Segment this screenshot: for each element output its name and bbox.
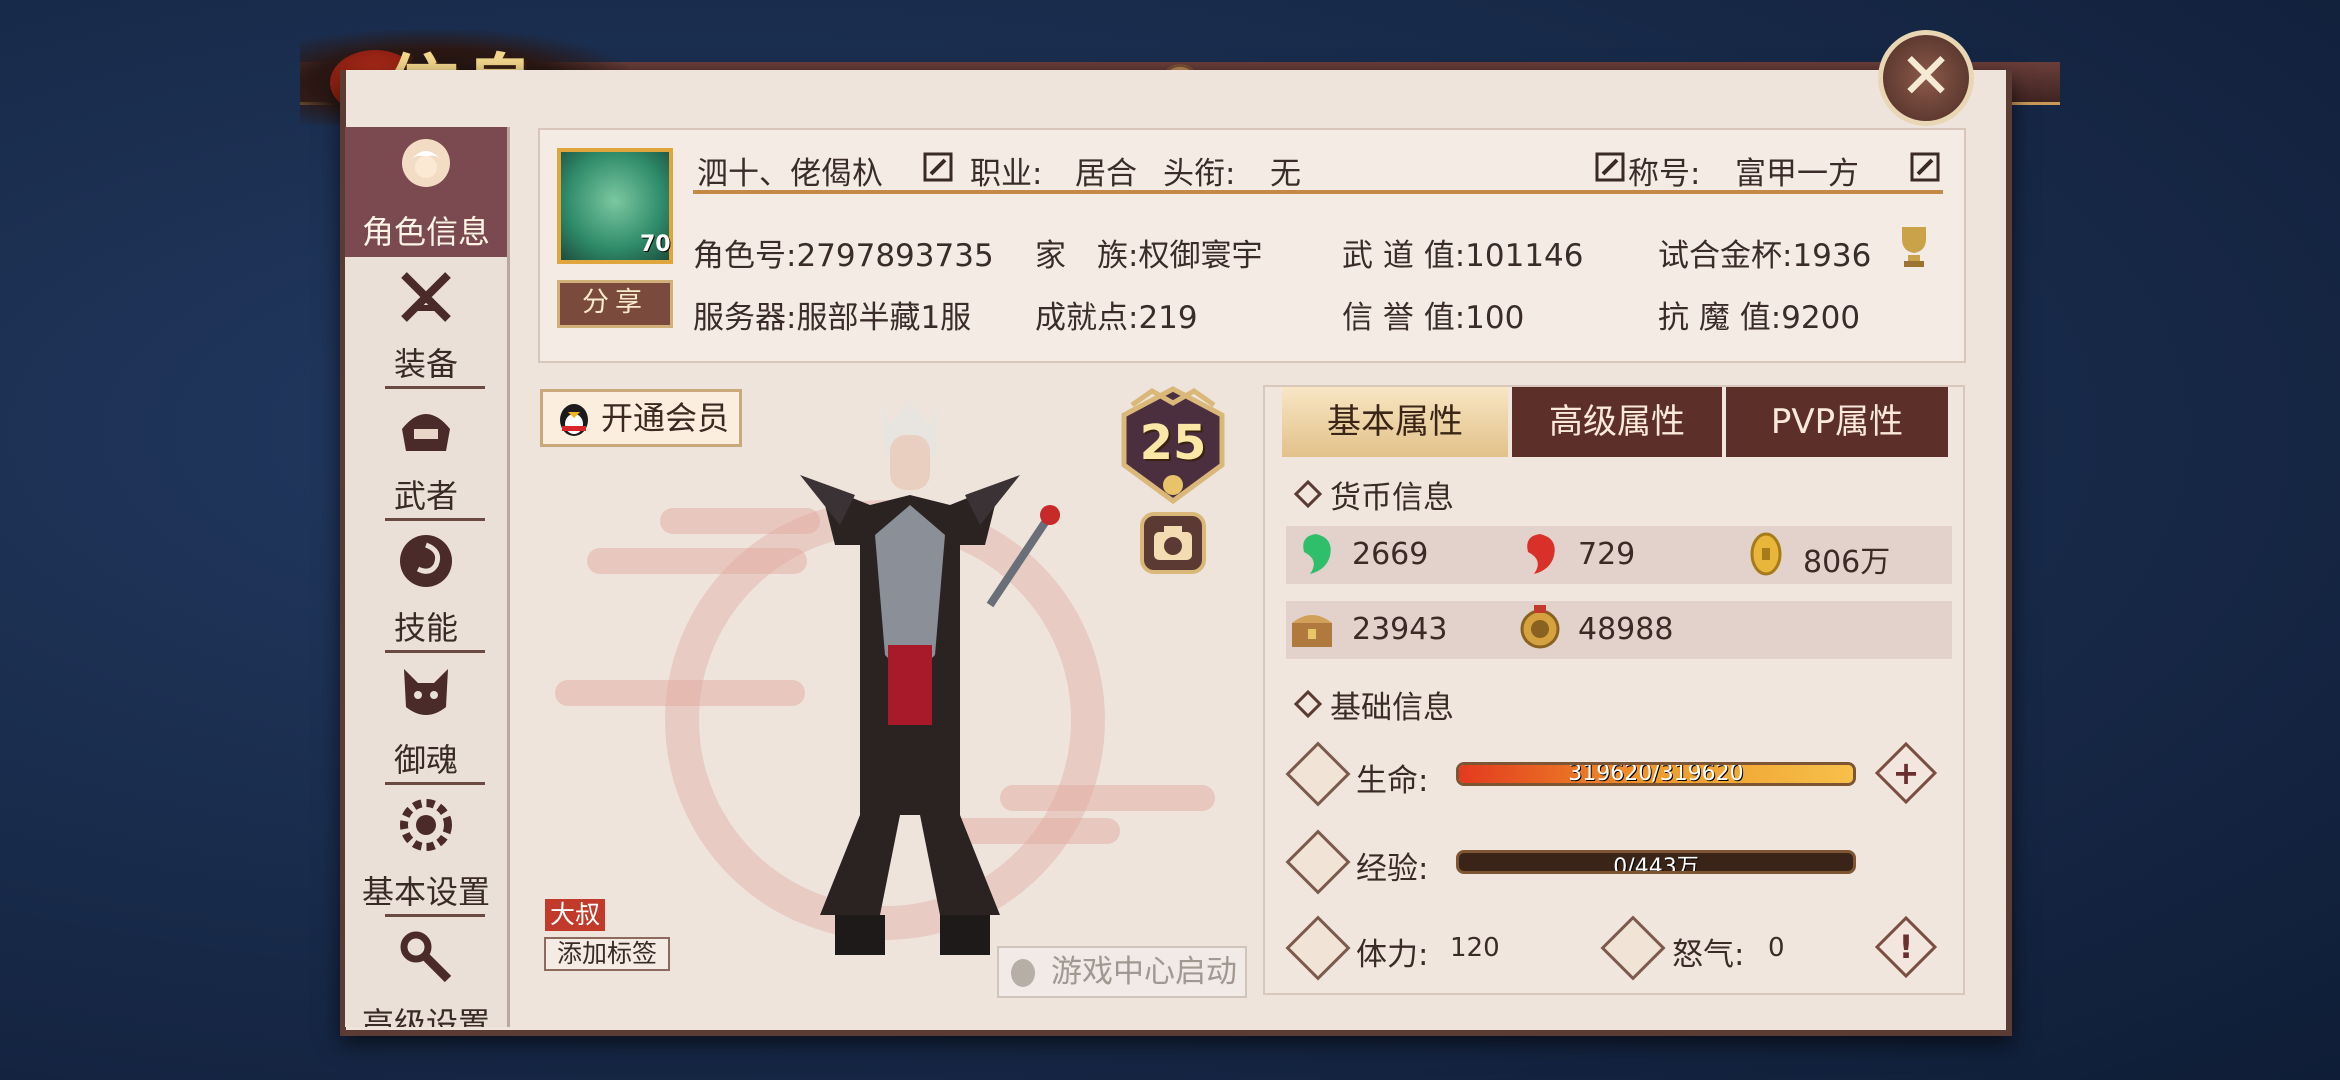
player-name: 泗十、佬偈杁	[697, 156, 883, 192]
sidebar-item-label: 武者	[393, 477, 458, 515]
penguin-icon	[560, 404, 588, 436]
sidebar-item-label: 基本设置	[361, 873, 490, 911]
sidebar-item-label: 高级设置	[361, 1005, 490, 1027]
edit-title-icon[interactable]	[1910, 152, 1940, 182]
sidebar-item-label: 技能	[393, 609, 458, 647]
sidebar-item-samurai[interactable]: 武者	[345, 391, 507, 521]
divider	[385, 782, 485, 785]
gear-icon	[400, 799, 452, 851]
trophy-icon	[1902, 227, 1926, 267]
currency-value: 729	[1578, 537, 1636, 572]
spirit-fox-icon	[404, 669, 448, 715]
exclamation-icon: !	[1898, 928, 1914, 966]
wrench-icon	[400, 931, 452, 983]
edit-nickname-icon[interactable]	[1595, 152, 1625, 182]
add-tag-button[interactable]: 添加标签	[544, 937, 670, 971]
exp-bar: 0/443万	[1456, 850, 1856, 874]
tag-badge: 大叔	[545, 899, 605, 931]
sidebar-item-label: 御魂	[393, 741, 458, 779]
treasure-chest-icon	[1292, 615, 1332, 647]
gold-medal-icon	[1520, 605, 1560, 649]
role-id: 角色号:2797893735	[693, 238, 994, 274]
edit-name-icon[interactable]	[923, 152, 953, 182]
exp-text: 0/443万	[1613, 855, 1699, 874]
camera-button[interactable]	[1140, 512, 1206, 574]
server: 服务器:服部半藏1服	[693, 300, 972, 336]
sidebar-item-yuhun[interactable]: 御魂	[345, 655, 507, 785]
rank-value: 无	[1270, 156, 1301, 192]
currency-section-title: 货币信息	[1330, 480, 1454, 516]
hp-bar: 319620/319620	[1456, 762, 1856, 786]
hp-label: 生命:	[1356, 763, 1429, 799]
sidebar-item-label: 装备	[393, 345, 458, 383]
tab-pvp-attributes[interactable]: PVP属性	[1726, 387, 1948, 457]
red-magatama-icon	[1527, 534, 1555, 574]
share-button[interactable]: 分享	[557, 280, 673, 328]
achievement: 成就点:219	[1035, 300, 1198, 336]
clan: 家 族:权御寰宇	[1035, 238, 1263, 274]
hp-text: 319620/319620	[1568, 762, 1744, 786]
gold-koban-icon	[1750, 532, 1782, 576]
nickname-value: 富甲一方	[1735, 156, 1859, 192]
tab-basic-attributes[interactable]: 基本属性	[1282, 387, 1508, 457]
honor-value: 信 誉 值:100	[1342, 300, 1525, 336]
skill-swirl-icon	[400, 535, 452, 587]
currency-value: 23943	[1352, 612, 1448, 647]
sidebar-item-role-info[interactable]: 角色信息	[345, 127, 507, 257]
close-button[interactable]: ✕	[1878, 30, 1974, 126]
divider	[385, 650, 485, 653]
tab-advanced-attributes[interactable]: 高级属性	[1512, 387, 1722, 457]
job-label: 职业:	[970, 156, 1043, 192]
stamina-label: 体力:	[1356, 937, 1429, 973]
rank-label: 头衔:	[1163, 156, 1236, 192]
character-model[interactable]	[760, 395, 1060, 975]
camera-icon	[1154, 526, 1192, 560]
currency-value: 48988	[1578, 612, 1674, 647]
divider	[385, 518, 485, 521]
crossed-swords-icon	[401, 272, 451, 322]
character-icon	[402, 139, 450, 187]
sidebar-item-skill[interactable]: 技能	[345, 523, 507, 653]
character-level: 25	[1139, 415, 1207, 471]
sidebar-item-advanced-settings[interactable]: 高级设置	[345, 919, 507, 1027]
plus-icon: +	[1892, 754, 1920, 792]
green-magatama-icon	[1303, 534, 1331, 574]
samurai-helmet-icon	[402, 414, 450, 451]
sidebar-item-equipment[interactable]: 装备	[345, 259, 507, 389]
exp-label: 经验:	[1356, 851, 1429, 887]
kangmo-value: 抗 魔 值:9200	[1658, 300, 1861, 336]
trial-cup: 试合金杯:1936	[1658, 238, 1872, 274]
basic-section-title: 基础信息	[1330, 690, 1454, 726]
sidebar-item-label: 角色信息	[361, 213, 490, 251]
divider	[693, 190, 1943, 194]
job-value: 居合	[1075, 156, 1137, 192]
divider	[385, 386, 485, 389]
currency-value: 2669	[1352, 537, 1429, 572]
wudao-value: 武 道 值:101146	[1342, 238, 1584, 274]
sidebar: 角色信息 装备 武者 技能 御魂 基本设置 高级设置	[345, 127, 510, 1027]
nickname-label: 称号:	[1628, 156, 1701, 192]
rage-label: 怒气:	[1672, 937, 1745, 973]
rage-value: 0	[1768, 933, 1785, 963]
currency-value: 806万	[1803, 545, 1891, 580]
close-icon: ✕	[1899, 40, 1953, 114]
sidebar-item-basic-settings[interactable]: 基本设置	[345, 787, 507, 917]
stamina-value: 120	[1450, 933, 1500, 963]
avatar-level: 70	[640, 232, 671, 257]
divider	[385, 914, 485, 917]
penguin-icon	[1011, 959, 1035, 987]
